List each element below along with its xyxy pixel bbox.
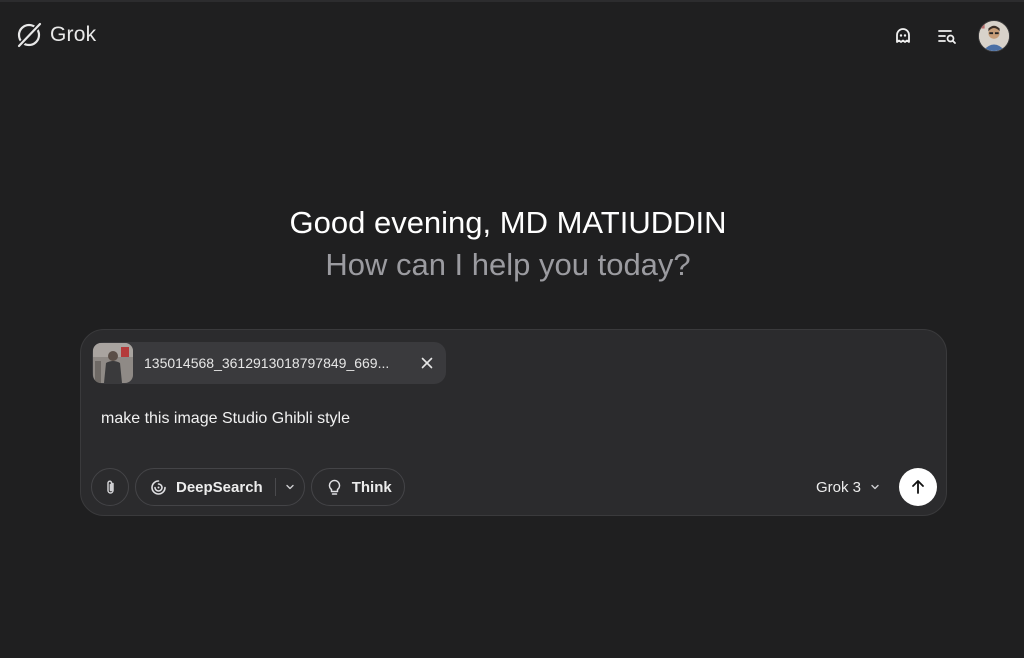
arrow-up-icon (912, 480, 924, 494)
deepsearch-icon (151, 479, 166, 495)
think-label: Think (351, 478, 392, 496)
grok-logo[interactable]: Grok (14, 20, 96, 50)
ghost-icon (896, 28, 910, 43)
header-actions (888, 20, 1010, 52)
app-window: Grok Good evening, MD MATIUDDIN How can … (0, 0, 1024, 658)
prompt-input[interactable] (101, 409, 921, 429)
attachment-thumbnail (93, 343, 133, 383)
greeting-subtitle: How can I help you today? (325, 247, 691, 282)
private-chat-button[interactable] (888, 21, 918, 51)
attachment-chip[interactable]: 135014568_3612913018797849_669... (92, 342, 446, 384)
paperclip-icon (107, 480, 114, 494)
remove-attachment-button[interactable] (416, 352, 438, 374)
user-avatar-image (979, 21, 1009, 51)
composer-actions: Grok 3 (816, 468, 937, 506)
close-icon (421, 357, 433, 369)
history-search-icon (938, 30, 956, 44)
message-composer: 135014568_3612913018797849_669... make t… (80, 329, 947, 516)
send-button[interactable] (899, 468, 937, 506)
history-button[interactable] (932, 21, 962, 51)
model-label: Grok 3 (815, 478, 861, 496)
attachment-filename: 135014568_3612913018797849_669... (144, 355, 390, 371)
avatar[interactable] (978, 20, 1010, 52)
composer-tools: DeepSearch Think (91, 468, 405, 506)
brand-name: Grok (50, 23, 97, 46)
think-button[interactable]: Think (312, 469, 404, 505)
deepsearch-label: DeepSearch (176, 478, 263, 496)
chevron-down-icon (871, 484, 879, 490)
deepsearch-button[interactable]: DeepSearch (136, 469, 275, 505)
greeting: Good evening, MD MATIUDDIN How can I hel… (0, 202, 1016, 286)
attach-button[interactable] (91, 468, 129, 506)
think-toggle[interactable]: Think (310, 468, 405, 506)
deepsearch-options-button[interactable] (276, 469, 304, 505)
lightbulb-icon (328, 479, 340, 495)
grok-logo-icon (16, 21, 43, 49)
image-thumbnail-icon (93, 343, 133, 383)
deepsearch-toggle: DeepSearch (135, 468, 305, 506)
greeting-title: Good evening, MD MATIUDDIN (289, 205, 727, 240)
chevron-down-icon (286, 484, 294, 490)
model-selector[interactable]: Grok 3 (816, 479, 881, 496)
